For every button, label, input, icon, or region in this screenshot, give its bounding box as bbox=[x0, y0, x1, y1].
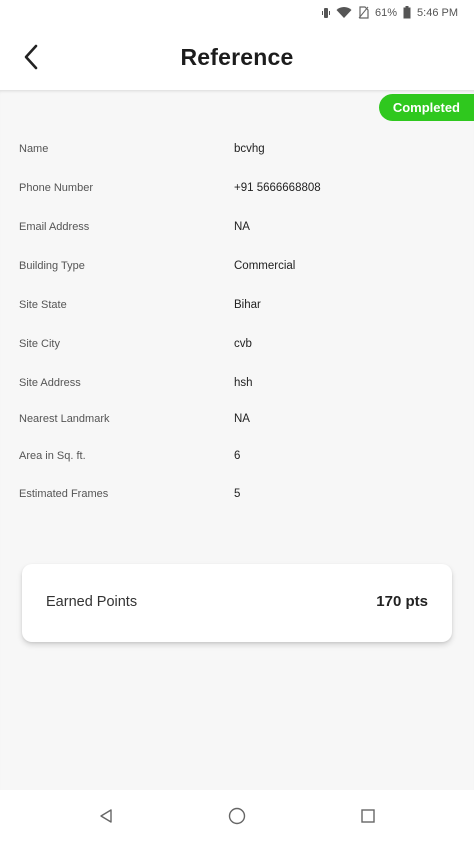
home-circle-icon bbox=[228, 807, 246, 830]
content-area: Completed Name bcvhg Phone Number +91 56… bbox=[0, 90, 474, 790]
detail-label: Estimated Frames bbox=[19, 488, 109, 500]
detail-value: NA bbox=[234, 413, 250, 425]
earned-points-value: 170 pts bbox=[376, 593, 428, 610]
status-badge: Completed bbox=[378, 94, 474, 121]
wifi-icon bbox=[336, 6, 352, 19]
recents-square-icon bbox=[360, 808, 376, 829]
detail-label: Email Address bbox=[19, 221, 90, 233]
nav-home-button[interactable] bbox=[225, 806, 249, 830]
detail-label: Nearest Landmark bbox=[19, 413, 110, 425]
detail-value: 6 bbox=[234, 450, 241, 462]
detail-value: Bihar bbox=[234, 299, 261, 311]
battery-icon bbox=[403, 6, 411, 19]
system-nav-bar bbox=[0, 790, 474, 845]
battery-percent: 61% bbox=[375, 6, 398, 19]
detail-label: Site State bbox=[19, 299, 67, 311]
back-triangle-icon bbox=[98, 808, 114, 829]
app-bar: Reference bbox=[0, 28, 474, 90]
detail-value: hsh bbox=[234, 377, 253, 389]
clock-time: 5:46 PM bbox=[417, 6, 458, 19]
detail-label: Site Address bbox=[19, 377, 81, 389]
detail-value: bcvhg bbox=[234, 143, 265, 155]
detail-value: 5 bbox=[234, 488, 241, 500]
nav-back-button[interactable] bbox=[94, 806, 118, 830]
detail-row-landmark: Nearest Landmark NA bbox=[19, 413, 449, 433]
detail-label: Site City bbox=[19, 338, 60, 350]
detail-row-name: Name bcvhg bbox=[19, 143, 449, 163]
detail-row-site-state: Site State Bihar bbox=[19, 299, 449, 319]
detail-label: Building Type bbox=[19, 260, 85, 272]
detail-value: +91 5666668808 bbox=[234, 182, 321, 194]
no-sim-icon bbox=[358, 6, 369, 19]
detail-row-phone: Phone Number +91 5666668808 bbox=[19, 182, 449, 202]
detail-row-email: Email Address NA bbox=[19, 221, 449, 241]
detail-row-area: Area in Sq. ft. 6 bbox=[19, 450, 449, 470]
detail-row-building-type: Building Type Commercial bbox=[19, 260, 449, 280]
detail-label: Area in Sq. ft. bbox=[19, 450, 86, 462]
earned-points-label: Earned Points bbox=[46, 594, 138, 610]
detail-label: Phone Number bbox=[19, 182, 93, 194]
earned-points-card: Earned Points 170 pts bbox=[22, 564, 452, 642]
page-title: Reference bbox=[180, 44, 294, 70]
detail-row-site-address: Site Address hsh bbox=[19, 377, 449, 397]
nav-recents-button[interactable] bbox=[356, 806, 380, 830]
status-bar: 61% 5:46 PM bbox=[0, 0, 474, 28]
detail-value: NA bbox=[234, 221, 250, 233]
detail-value: Commercial bbox=[234, 260, 296, 272]
detail-row-site-city: Site City cvb bbox=[19, 338, 449, 358]
vibrate-icon bbox=[322, 7, 330, 19]
detail-value: cvb bbox=[234, 338, 252, 350]
detail-label: Name bbox=[19, 143, 49, 155]
detail-row-frames: Estimated Frames 5 bbox=[19, 488, 449, 508]
status-icons: 61% 5:46 PM bbox=[322, 6, 458, 19]
